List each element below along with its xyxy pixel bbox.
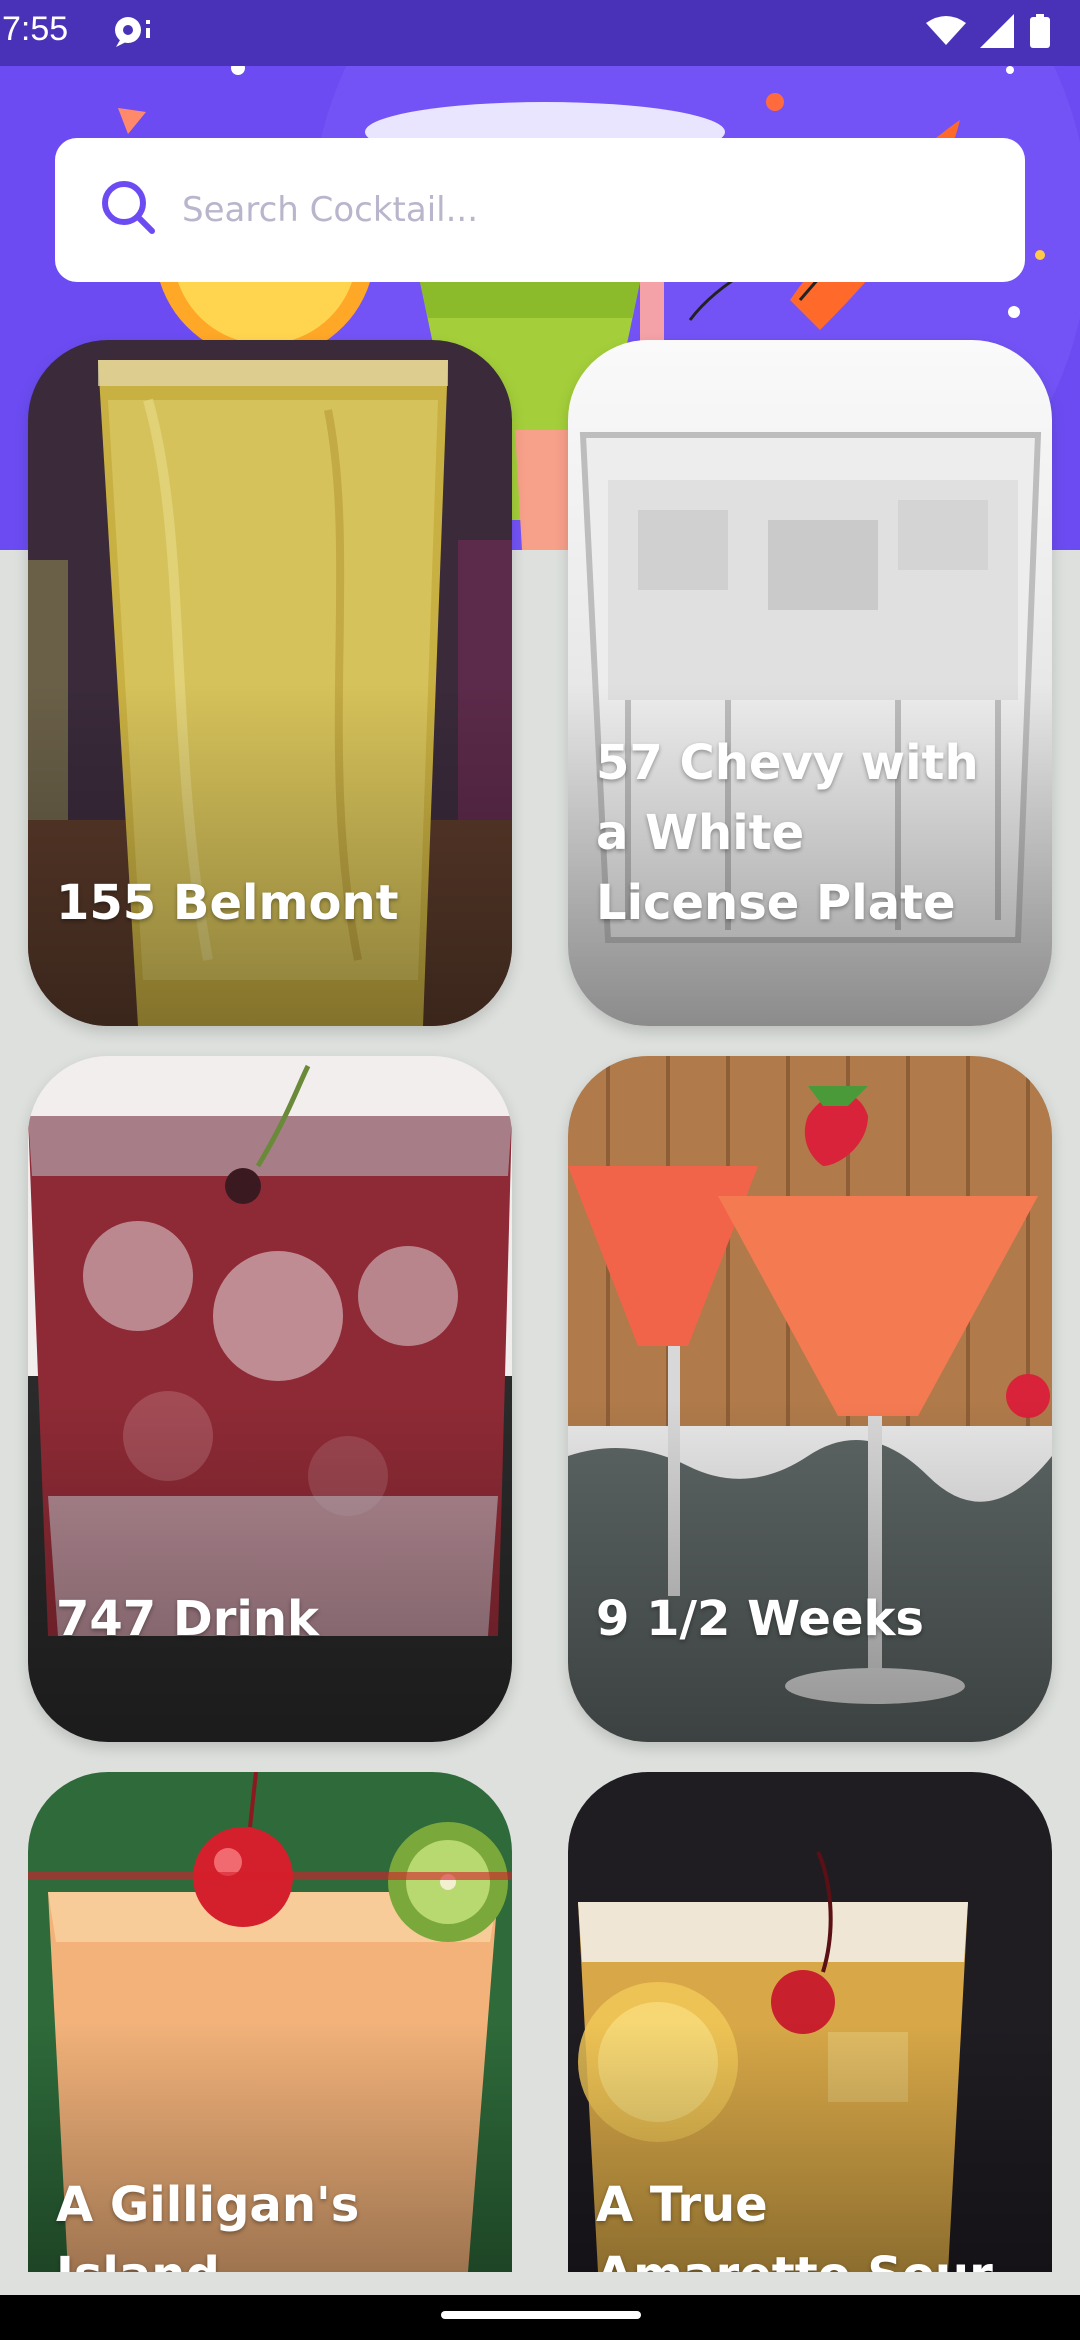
cocktail-card[interactable]: A True Amaretto Sour xyxy=(568,1772,1052,2272)
cocktail-name: 747 Drink xyxy=(56,1591,319,1647)
home-gesture-handle[interactable] xyxy=(441,2311,641,2319)
status-bar: 7:55 xyxy=(0,0,1080,66)
cocktail-card[interactable]: 57 Chevy with a White License Plate xyxy=(568,340,1052,1026)
cocktail-card[interactable]: 9 1/2 Weeks xyxy=(568,1056,1052,1742)
cocktail-card[interactable]: 155 Belmont xyxy=(28,340,512,1026)
cellular-signal-icon xyxy=(980,14,1014,48)
cocktail-name: A Gilligan's Island xyxy=(56,2177,360,2272)
system-navigation-bar xyxy=(0,2295,1080,2340)
battery-icon xyxy=(1030,14,1050,48)
chat-notification-icon xyxy=(115,17,150,47)
cocktail-name: 9 1/2 Weeks xyxy=(596,1591,924,1647)
card-shade xyxy=(28,683,512,1026)
cocktail-card[interactable]: 747 Drink xyxy=(28,1056,512,1742)
wifi-icon xyxy=(926,16,966,45)
cocktail-name: 155 Belmont xyxy=(56,875,399,931)
cocktail-name: 57 Chevy with a White License Plate xyxy=(596,735,979,931)
status-time: 7:55 xyxy=(2,10,69,48)
card-shade xyxy=(568,1399,1052,1742)
cocktail-name: A True Amaretto Sour xyxy=(596,2177,993,2272)
search-icon[interactable] xyxy=(99,178,159,238)
cocktail-card[interactable]: A Gilligan's Island xyxy=(28,1772,512,2272)
search-input[interactable] xyxy=(180,174,984,246)
card-shade xyxy=(28,1399,512,1742)
search-bar[interactable] xyxy=(55,138,1025,282)
